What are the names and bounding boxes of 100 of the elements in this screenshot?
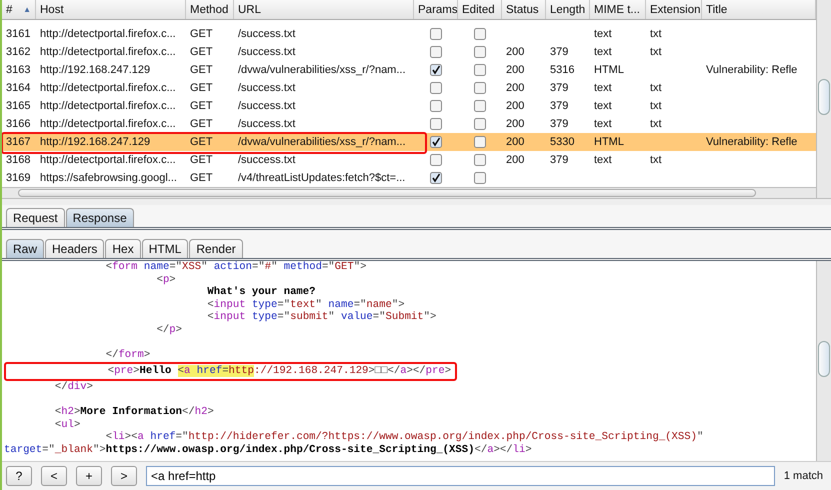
table-cell-text: txt (649, 154, 663, 166)
table-cell-text: /success.txt (237, 100, 296, 112)
horizontal-scrollbar[interactable] (2, 187, 816, 198)
table-row[interactable]: 3164 http://detectportal.firefox.c... GET /success.txt 200 379 text txt (2, 79, 816, 98)
code-line: <input type="submit" value="Submit"> (206, 311, 438, 324)
table-row[interactable]: 3163 http://192.168.247.129 GET /dvwa/vulnerabilities/xss_r/?nam... 200 5316 HTML Vulnerability: Refle (2, 61, 816, 80)
table-row[interactable]: 3166 http://detectportal.firefox.c... GET /success.txt 200 379 text txt (2, 115, 816, 134)
tab[interactable]: Headers (45, 239, 104, 258)
column-header[interactable]: # ▲ (2, 0, 36, 20)
toolbar-button[interactable]: < (41, 466, 67, 486)
edited-checkbox[interactable] (474, 28, 486, 40)
table-cell-text: http://detectportal.firefox.c... (39, 82, 177, 94)
table-cell-text: /success.txt (237, 28, 296, 40)
params-checkbox[interactable] (430, 136, 442, 148)
table-cell-text: 200 (505, 100, 526, 112)
params-checkbox[interactable] (430, 100, 442, 112)
splitter-handle[interactable] (2, 198, 831, 205)
table-cell-text: /success.txt (237, 46, 296, 58)
table-cell-text: GET (189, 64, 214, 76)
table-cell-text: 3165 (5, 100, 32, 112)
column-header[interactable]: Edited (458, 0, 502, 20)
table-cell-text: text (593, 82, 613, 94)
table-cell-text: GET (189, 118, 214, 130)
table-cell-text: GET (189, 46, 214, 58)
column-header[interactable]: Extension (646, 0, 702, 20)
edited-checkbox[interactable] (474, 154, 486, 166)
code-line: target="_blank">https://www.owasp.org/index.php/Cross-site_Scripting_(XSS)</a></li> (4, 444, 533, 456)
table-row[interactable]: 3167 http://192.168.247.129 GET /dvwa/vulnerabilities/xss_r/?nam... 200 5330 HTML Vulnerability: Refle (2, 133, 816, 152)
table-cell-text: http://detectportal.firefox.c... (39, 28, 177, 40)
column-header[interactable]: MIME t... (590, 0, 646, 20)
tab[interactable]: Hex (105, 239, 141, 258)
params-checkbox[interactable] (430, 46, 442, 58)
table-cell-text: http://detectportal.firefox.c... (39, 100, 177, 112)
column-header[interactable]: Params (414, 0, 458, 20)
table-cell-text: /success.txt (237, 118, 296, 130)
edited-checkbox[interactable] (474, 100, 486, 112)
table-cell-text: HTML (593, 136, 625, 148)
table-row[interactable]: 3162 http://detectportal.firefox.c... GET /success.txt 200 379 text txt (2, 43, 816, 62)
edited-checkbox[interactable] (474, 64, 486, 76)
tab[interactable]: Raw (6, 239, 44, 258)
table-cell-text: text (593, 46, 613, 58)
code-line: <h2>More Information</h2> (54, 406, 215, 419)
code-line: <form name="XSS" action="#" method="GET"> (104, 261, 368, 274)
search-field[interactable]: <a href=http (146, 466, 775, 486)
table-row[interactable]: 3168 http://detectportal.firefox.c... GET /success.txt 200 379 text txt (2, 151, 816, 170)
table-cell-text: GET (189, 154, 214, 166)
code-line: </div> (54, 380, 94, 394)
params-checkbox[interactable] (430, 118, 442, 130)
table-cell-text: 200 (505, 82, 526, 94)
table-cell-text: 379 (549, 154, 570, 166)
table-cell-text: GET (189, 172, 214, 184)
edited-checkbox[interactable] (474, 118, 486, 130)
params-checkbox[interactable] (430, 154, 442, 166)
edited-checkbox[interactable] (474, 136, 486, 148)
column-header[interactable]: URL (234, 0, 414, 20)
toolbar-button[interactable]: ? (6, 466, 32, 486)
table-cell-text: GET (189, 82, 214, 94)
table-cell-text: 379 (549, 100, 570, 112)
table-cell-text: /dvwa/vulnerabilities/xss_r/?nam... (237, 64, 407, 76)
edited-checkbox[interactable] (474, 82, 486, 94)
table-cell-text: 3164 (5, 82, 32, 94)
column-header[interactable]: Status (502, 0, 546, 20)
tab[interactable]: Response (66, 208, 134, 227)
table-row[interactable]: 3161 http://detectportal.firefox.c... GET /success.txt text txt (2, 25, 816, 44)
table-cell-text: text (593, 154, 613, 166)
table-cell-text: 200 (505, 154, 526, 166)
table-cell-text: /success.txt (237, 154, 296, 166)
code-line: <ul> (54, 418, 82, 432)
toolbar-button[interactable]: > (111, 466, 137, 486)
sort-indicator: ▲ (23, 5, 31, 14)
tab[interactable]: Render (189, 239, 243, 258)
column-header[interactable]: Host (36, 0, 186, 20)
table-cell-text: txt (649, 118, 663, 130)
table-cell-text: text (593, 28, 613, 40)
code-line: What's your name? (206, 286, 317, 299)
match-count: 1 match (782, 470, 824, 482)
column-header[interactable]: Length (546, 0, 590, 20)
table-cell-text: http://detectportal.firefox.c... (39, 46, 177, 58)
column-header[interactable]: Method (186, 0, 234, 20)
table-cell-text: 3161 (5, 28, 32, 40)
vertical-scrollbar[interactable] (816, 0, 831, 198)
table-cell-text: Vulnerability: Refle (705, 136, 798, 148)
table-row[interactable]: 3169 https://safebrowsing.googl... GET /v4/threatListUpdates:fetch?$ct=... (2, 169, 816, 188)
toolbar-button[interactable]: + (76, 466, 102, 486)
table-cell-text: http://detectportal.firefox.c... (39, 118, 177, 130)
table-cell-text: HTML (593, 64, 625, 76)
table-cell-text: 3169 (5, 172, 32, 184)
table-row[interactable]: 3165 http://detectportal.firefox.c... GET /success.txt 200 379 text txt (2, 97, 816, 116)
params-checkbox[interactable] (430, 28, 442, 40)
table-cell-text: 200 (505, 136, 526, 148)
tab[interactable]: Request (6, 208, 65, 227)
params-checkbox[interactable] (430, 82, 442, 94)
edited-checkbox[interactable] (474, 172, 486, 184)
vertical-scrollbar[interactable] (816, 261, 831, 461)
params-checkbox[interactable] (430, 64, 442, 76)
table-cell-text: 3167 (5, 136, 32, 148)
params-checkbox[interactable] (430, 172, 442, 184)
edited-checkbox[interactable] (474, 46, 486, 58)
tab[interactable]: HTML (142, 239, 188, 258)
code-line: </form> (104, 349, 152, 362)
